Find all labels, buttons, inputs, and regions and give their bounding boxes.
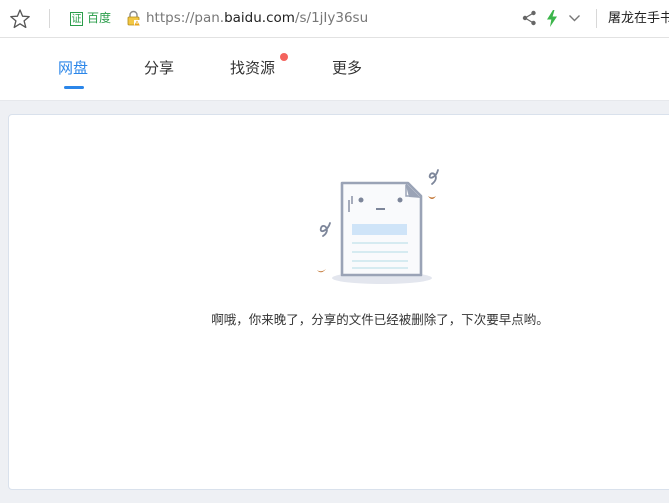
certificate-badge[interactable]: 证 百度 bbox=[70, 10, 111, 27]
search-box-text[interactable]: 屠龙在手书 bbox=[608, 9, 669, 28]
url-scheme: https://pan. bbox=[146, 10, 225, 26]
deleted-file-illustration bbox=[317, 169, 439, 284]
chevron-down-icon[interactable] bbox=[568, 12, 581, 24]
browser-address-bar: 证 百度 https://pan.baidu.com/s/1jIy36su 屠龙… bbox=[0, 0, 669, 38]
nav-tab-share[interactable]: 分享 bbox=[144, 57, 174, 79]
active-tab-indicator bbox=[64, 86, 84, 89]
nav-tab-find-resources[interactable]: 找资源 bbox=[230, 57, 275, 79]
url-host: baidu.com bbox=[224, 10, 295, 26]
notification-dot bbox=[280, 53, 288, 61]
lightning-icon[interactable] bbox=[546, 10, 558, 27]
cert-label: 百度 bbox=[87, 11, 112, 25]
toolbar-divider bbox=[49, 9, 50, 28]
share-icon[interactable] bbox=[522, 10, 537, 26]
nav-tab-netdisk[interactable]: 网盘 bbox=[58, 57, 88, 79]
nav-tab-more[interactable]: 更多 bbox=[332, 57, 362, 79]
star-icon[interactable] bbox=[9, 8, 31, 30]
toolbar-divider bbox=[596, 9, 597, 28]
top-navigation: 网盘 分享 找资源 更多 bbox=[0, 38, 669, 101]
cert-badge-icon: 证 bbox=[70, 11, 83, 26]
deleted-share-message: 啊哦，你来晚了，分享的文件已经被删除了，下次要早点哟。 bbox=[211, 312, 549, 327]
url-field[interactable]: https://pan.baidu.com/s/1jIy36su bbox=[146, 9, 368, 28]
lock-icon[interactable] bbox=[126, 10, 141, 27]
url-path: /s/1jIy36su bbox=[294, 10, 369, 26]
